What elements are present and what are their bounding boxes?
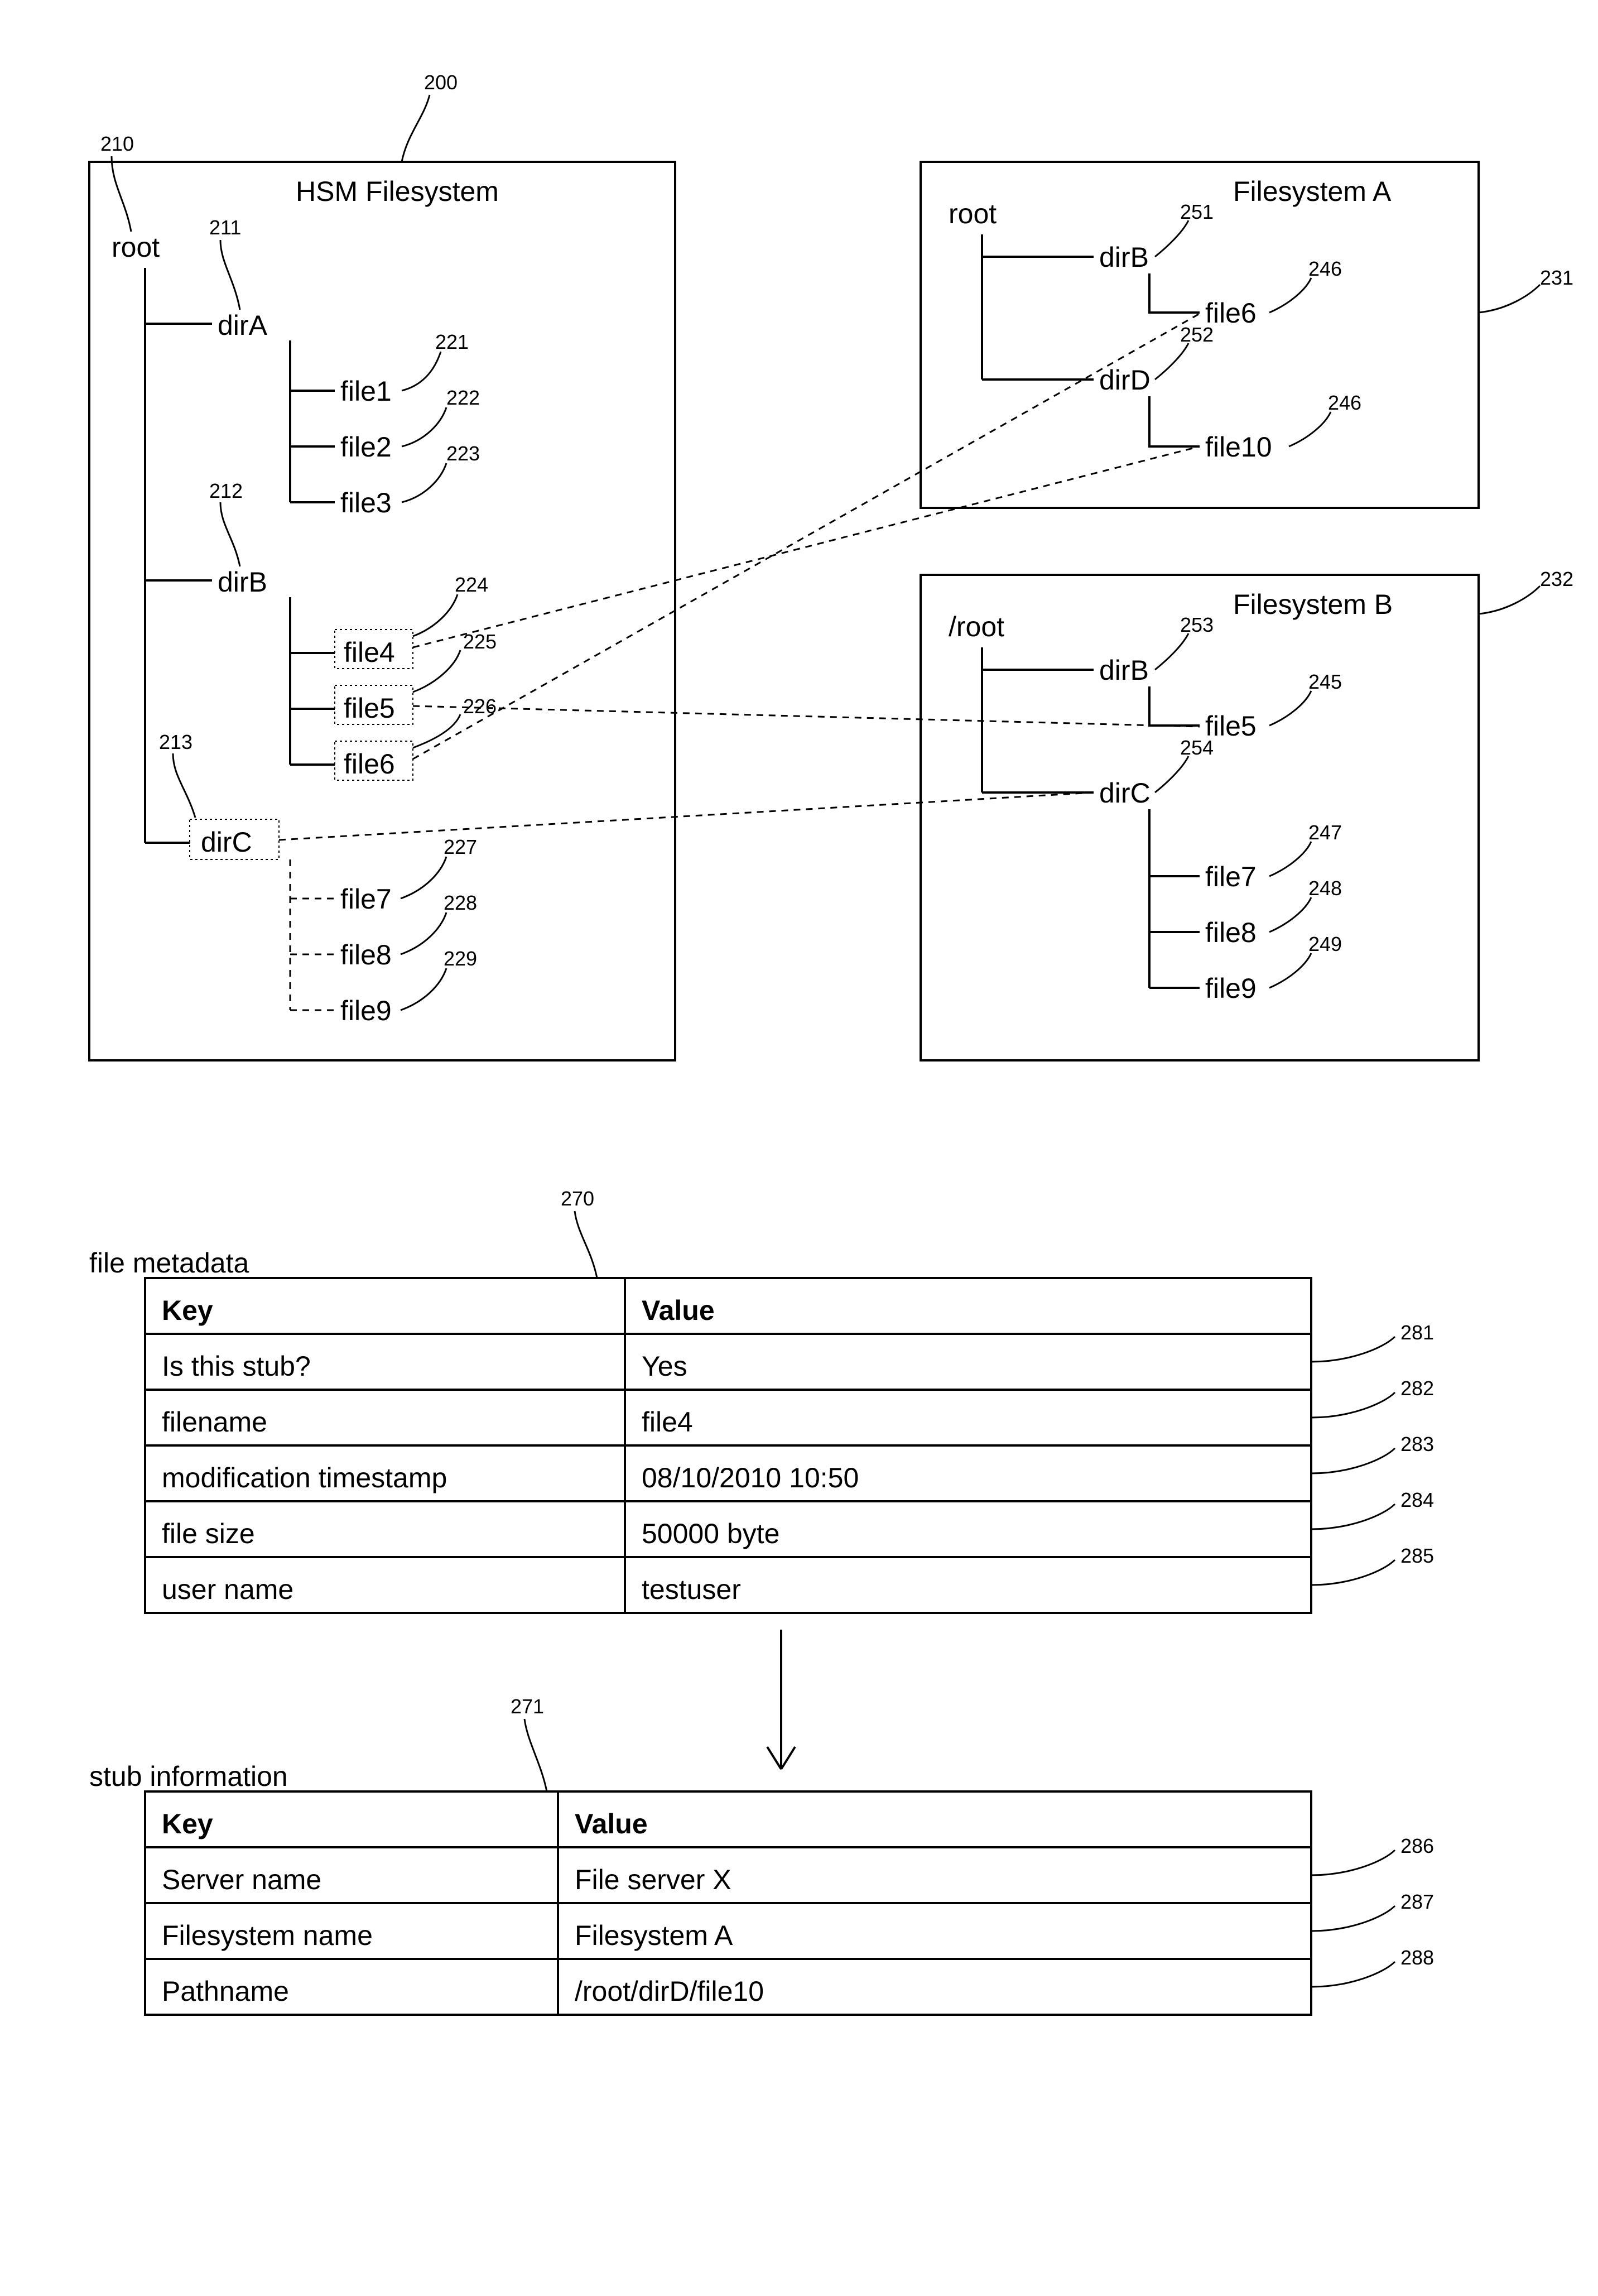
fsA-title: Filesystem A bbox=[1233, 176, 1392, 207]
fsB-dirC: dirC bbox=[1099, 777, 1151, 809]
hsm-dirB: dirB bbox=[218, 566, 267, 598]
svg-text:200: 200 bbox=[424, 71, 458, 94]
fsB-file9: file9 bbox=[1205, 973, 1257, 1004]
meta-row-key: user name bbox=[162, 1574, 293, 1605]
fsB-title: Filesystem B bbox=[1233, 589, 1393, 620]
svg-text:224: 224 bbox=[455, 573, 488, 596]
svg-text:287: 287 bbox=[1400, 1890, 1434, 1913]
svg-text:252: 252 bbox=[1180, 323, 1214, 346]
svg-text:285: 285 bbox=[1400, 1544, 1434, 1567]
meta-row-val: 08/10/2010 10:50 bbox=[642, 1462, 859, 1493]
stub-row-key: Pathname bbox=[162, 1976, 289, 2007]
hsm-root: root bbox=[112, 232, 160, 263]
hsm-dirC: dirC bbox=[201, 827, 252, 858]
fsA-dirD: dirD bbox=[1099, 364, 1151, 396]
fsA-root: root bbox=[949, 198, 997, 229]
svg-text:226: 226 bbox=[463, 695, 497, 718]
hsm-file3: file3 bbox=[340, 487, 392, 518]
fsB-dirB: dirB bbox=[1099, 655, 1149, 686]
svg-text:254: 254 bbox=[1180, 736, 1214, 759]
svg-text:232: 232 bbox=[1540, 568, 1573, 590]
fsA-dirB: dirB bbox=[1099, 242, 1149, 273]
svg-text:223: 223 bbox=[446, 442, 480, 465]
svg-text:247: 247 bbox=[1308, 821, 1342, 844]
meta-row-val: Yes bbox=[642, 1351, 687, 1382]
meta-row-key: modification timestamp bbox=[162, 1462, 447, 1493]
hsm-file9: file9 bbox=[340, 995, 392, 1026]
svg-text:270: 270 bbox=[561, 1187, 594, 1210]
mapping-lines bbox=[279, 314, 1200, 840]
meta-header-key: Key bbox=[162, 1295, 213, 1326]
meta-row-key: filename bbox=[162, 1406, 267, 1438]
svg-text:249: 249 bbox=[1308, 933, 1342, 955]
metadata-label: file metadata bbox=[89, 1247, 249, 1279]
meta-row-key: Is this stub? bbox=[162, 1351, 311, 1382]
hsm-file4: file4 bbox=[344, 637, 395, 668]
meta-row-val: 50000 byte bbox=[642, 1518, 779, 1549]
svg-text:212: 212 bbox=[209, 479, 243, 502]
meta-row-val: file4 bbox=[642, 1406, 693, 1438]
meta-header-val: Value bbox=[642, 1295, 715, 1326]
svg-text:246: 246 bbox=[1328, 391, 1361, 414]
hsm-filesystem: HSM Filesystem root dirA file1 file2 fil… bbox=[89, 162, 675, 1060]
svg-text:210: 210 bbox=[100, 132, 134, 155]
filesystem-b: Filesystem B /root dirB file5 dirC file7… bbox=[921, 575, 1479, 1060]
svg-text:288: 288 bbox=[1400, 1946, 1434, 1969]
svg-text:286: 286 bbox=[1400, 1834, 1434, 1857]
stub-label: stub information bbox=[89, 1761, 288, 1792]
hsm-file1: file1 bbox=[340, 376, 392, 407]
svg-text:229: 229 bbox=[444, 947, 477, 970]
meta-row-key: file size bbox=[162, 1518, 255, 1549]
svg-text:222: 222 bbox=[446, 386, 480, 409]
fsB-file7: file7 bbox=[1205, 861, 1257, 892]
stub-row-val: Filesystem A bbox=[575, 1920, 733, 1951]
hsm-file6: file6 bbox=[344, 748, 395, 780]
metadata-section: file metadata 270 Key Value Is this stub… bbox=[89, 1187, 1434, 1613]
svg-text:246: 246 bbox=[1308, 257, 1342, 280]
fsA-file10: file10 bbox=[1205, 431, 1272, 463]
svg-text:231: 231 bbox=[1540, 266, 1573, 289]
hsm-title: HSM Filesystem bbox=[296, 176, 499, 207]
stub-header-key: Key bbox=[162, 1808, 213, 1839]
fsB-file8: file8 bbox=[1205, 917, 1257, 948]
hsm-file5: file5 bbox=[344, 693, 395, 724]
diagram-root: HSM Filesystem root dirA file1 file2 fil… bbox=[0, 0, 1598, 2296]
svg-text:281: 281 bbox=[1400, 1321, 1434, 1344]
svg-text:245: 245 bbox=[1308, 670, 1342, 693]
stub-row-val: /root/dirD/file10 bbox=[575, 1976, 764, 2007]
hsm-file2: file2 bbox=[340, 431, 392, 463]
arrow-down-icon bbox=[767, 1630, 795, 1769]
hsm-file8: file8 bbox=[340, 939, 392, 971]
svg-text:227: 227 bbox=[444, 835, 477, 858]
svg-text:283: 283 bbox=[1400, 1433, 1434, 1456]
stub-row-val: File server X bbox=[575, 1864, 731, 1895]
stub-section: stub information 271 Key Value Server na… bbox=[89, 1695, 1434, 2015]
svg-text:228: 228 bbox=[444, 891, 477, 914]
svg-text:251: 251 bbox=[1180, 200, 1214, 223]
ref-numbers: 200 210 211 212 213 221 222 223 224 225 … bbox=[100, 71, 1573, 1010]
stub-row-key: Server name bbox=[162, 1864, 321, 1895]
svg-text:248: 248 bbox=[1308, 877, 1342, 900]
meta-row-val: testuser bbox=[642, 1574, 741, 1605]
svg-text:271: 271 bbox=[511, 1695, 544, 1718]
svg-text:284: 284 bbox=[1400, 1488, 1434, 1511]
svg-text:221: 221 bbox=[435, 330, 469, 353]
stub-header-val: Value bbox=[575, 1808, 648, 1839]
svg-text:225: 225 bbox=[463, 630, 497, 653]
svg-text:211: 211 bbox=[209, 216, 241, 239]
hsm-file7: file7 bbox=[340, 883, 392, 915]
svg-text:213: 213 bbox=[159, 731, 192, 753]
stub-row-key: Filesystem name bbox=[162, 1920, 373, 1951]
hsm-dirA: dirA bbox=[218, 310, 268, 341]
svg-text:282: 282 bbox=[1400, 1377, 1434, 1400]
fsB-root: /root bbox=[949, 611, 1004, 642]
svg-text:253: 253 bbox=[1180, 613, 1214, 636]
